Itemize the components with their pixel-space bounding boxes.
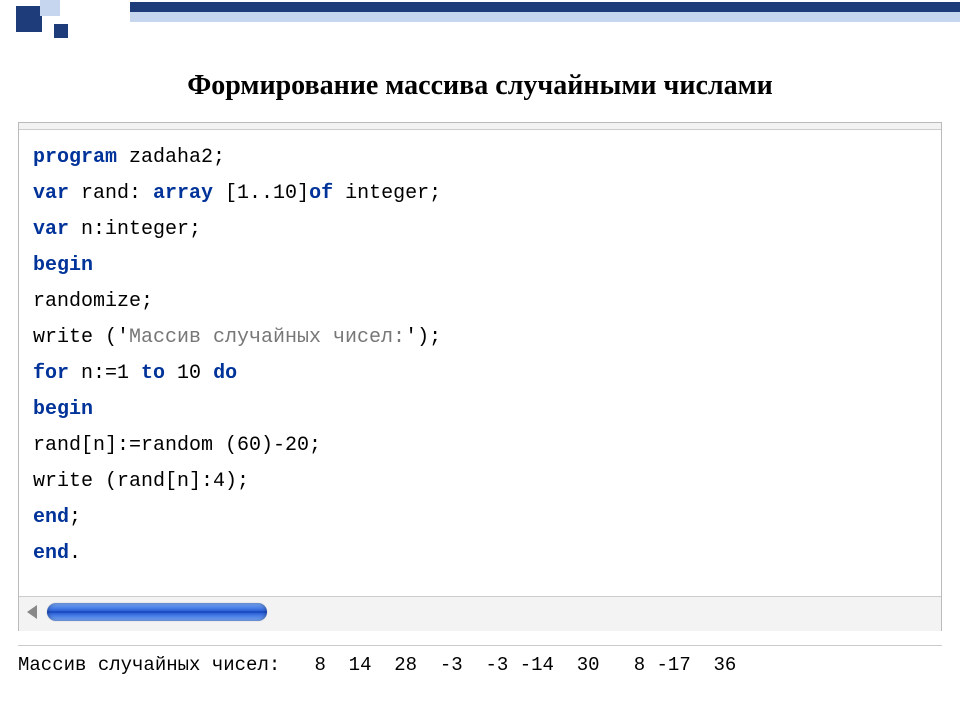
output-label: Массив случайных чисел:: [18, 654, 280, 676]
code-line: var rand: array [1..10]of integer;: [33, 176, 927, 212]
code-line: randomize;: [33, 284, 927, 320]
horizontal-scrollbar[interactable]: [19, 596, 941, 631]
code-text: n:=1: [69, 362, 141, 385]
decor-square: [16, 6, 42, 32]
keyword: end: [33, 542, 69, 565]
keyword: begin: [33, 398, 93, 421]
keyword: array: [153, 182, 213, 205]
keyword: program: [33, 146, 117, 169]
code-text: zadaha2;: [117, 146, 225, 169]
code-text: 10: [165, 362, 213, 385]
keyword: to: [141, 362, 165, 385]
code-text: randomize;: [33, 290, 153, 313]
string-literal: Массив случайных чисел:: [129, 326, 405, 349]
code-line: begin: [33, 392, 927, 428]
keyword: var: [33, 182, 69, 205]
keyword: of: [309, 182, 333, 205]
code-text: integer;: [333, 182, 441, 205]
code-line: begin: [33, 248, 927, 284]
code-text: rand[n]:=random (60)-20;: [33, 434, 321, 457]
code-line: program zadaha2;: [33, 140, 927, 176]
code-text: write (': [33, 326, 129, 349]
code-text: write (rand[n]:4);: [33, 470, 249, 493]
code-panel: program zadaha2; var rand: array [1..10]…: [18, 122, 942, 631]
decor-bar: [130, 12, 960, 22]
code-area: program zadaha2; var rand: array [1..10]…: [19, 129, 941, 596]
keyword: var: [33, 218, 69, 241]
keyword: end: [33, 506, 69, 529]
scrollbar-thumb[interactable]: [47, 603, 267, 621]
keyword: begin: [33, 254, 93, 277]
code-text: .: [69, 542, 81, 565]
program-output: Массив случайных чисел: 8 14 28 -3 -3 -1…: [18, 645, 942, 676]
output-line: Массив случайных чисел: 8 14 28 -3 -3 -1…: [18, 654, 942, 676]
scroll-left-icon[interactable]: [27, 605, 37, 619]
code-line: end;: [33, 500, 927, 536]
code-text: ');: [405, 326, 441, 349]
code-text: rand:: [69, 182, 153, 205]
keyword: for: [33, 362, 69, 385]
decor-bar: [130, 2, 960, 12]
code-line: end.: [33, 536, 927, 572]
decor-square: [40, 0, 60, 16]
code-line: write ('Массив случайных чисел:');: [33, 320, 927, 356]
code-text: ;: [69, 506, 81, 529]
code-text: n:integer;: [69, 218, 201, 241]
code-line: for n:=1 to 10 do: [33, 356, 927, 392]
code-text: [1..10]: [213, 182, 309, 205]
decor-square: [54, 24, 68, 38]
output-values: 8 14 28 -3 -3 -14 30 8 -17 36: [280, 654, 736, 676]
code-line: var n:integer;: [33, 212, 927, 248]
code-line: rand[n]:=random (60)-20;: [33, 428, 927, 464]
keyword: do: [213, 362, 237, 385]
header-decoration: [0, 0, 960, 40]
page-title: Формирование массива случайными числами: [0, 70, 960, 102]
code-line: write (rand[n]:4);: [33, 464, 927, 500]
